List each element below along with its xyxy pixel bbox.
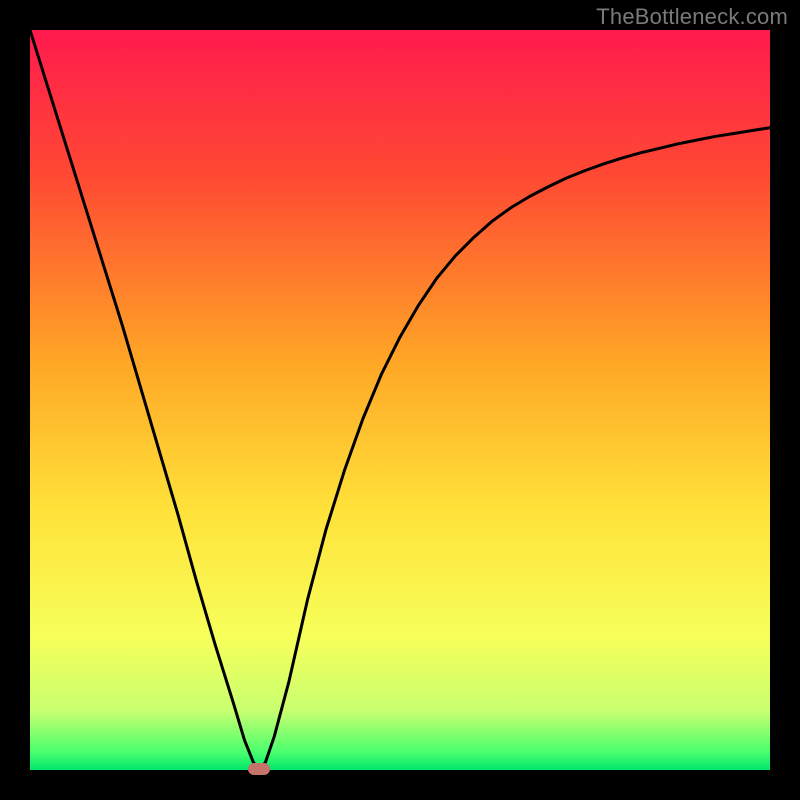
minimum-marker: [248, 763, 270, 775]
plot-area: [30, 30, 770, 770]
watermark-text: TheBottleneck.com: [596, 4, 788, 30]
gradient-background: [30, 30, 770, 770]
chart-svg: [30, 30, 770, 770]
chart-frame: TheBottleneck.com: [0, 0, 800, 800]
